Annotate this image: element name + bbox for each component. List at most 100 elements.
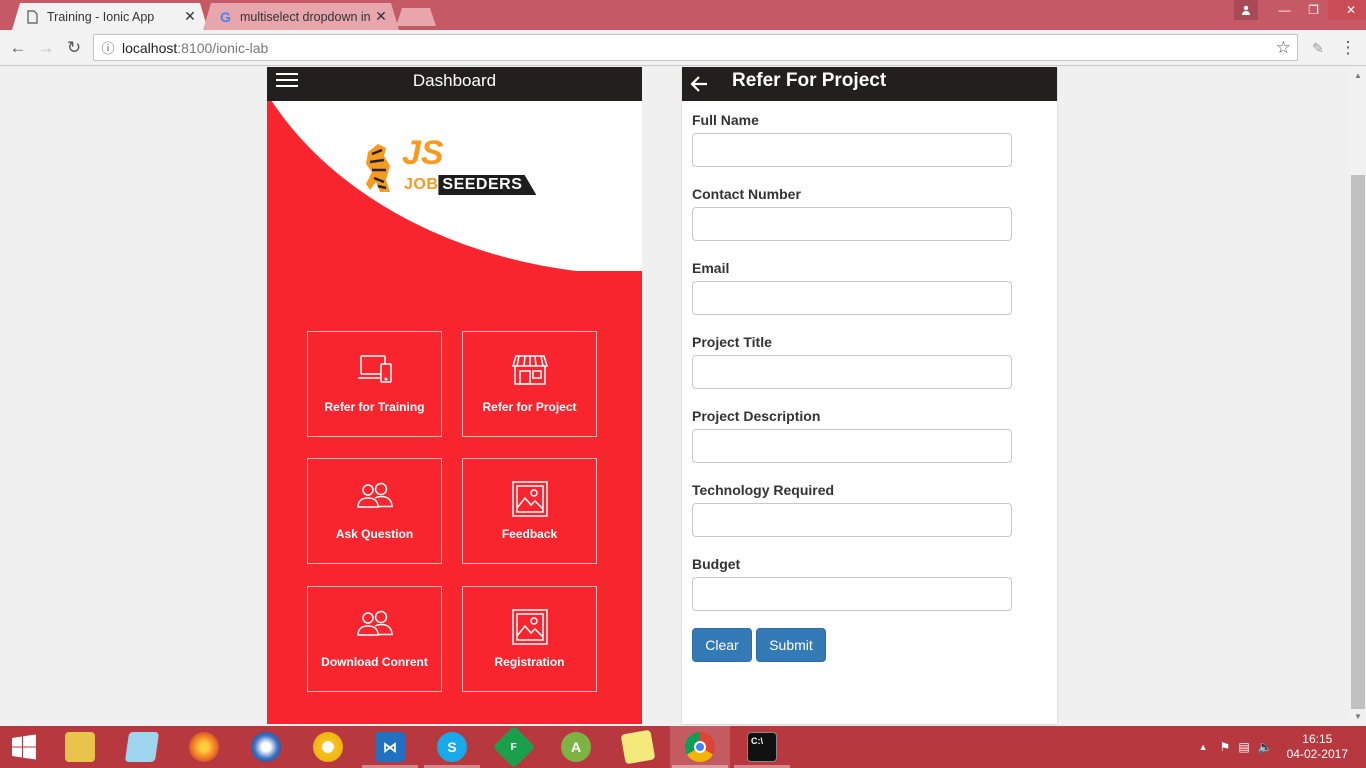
tab-close-icon[interactable]: ✕ — [371, 8, 391, 25]
image-icon — [511, 481, 548, 517]
field-label: Budget — [692, 556, 741, 572]
tile-label: Refer for Project — [482, 400, 577, 414]
contact-number-input[interactable] — [692, 207, 1012, 241]
people-icon — [356, 610, 393, 636]
new-tab-button[interactable] — [396, 8, 436, 26]
clock-time: 16:15 — [1302, 732, 1333, 746]
scroll-up-icon[interactable]: ▲ — [1354, 71, 1362, 80]
submit-button[interactable]: Submit — [756, 628, 826, 662]
tab-multiselect-dropdown[interactable]: G multiselect dropdown in ✕ — [203, 3, 399, 30]
network-icon[interactable]: ▤ — [1238, 740, 1249, 754]
field-label: Technology Required — [692, 482, 835, 498]
tile-registration[interactable]: Registration — [462, 586, 597, 692]
tab-title: Training - Ionic App — [47, 9, 155, 24]
browser-toolbar: ← → ↻ ⓘ localhost:8100/ionic-lab ☆ ✎ ⋮ — [0, 30, 1366, 66]
reload-icon[interactable]: ↻ — [62, 36, 86, 60]
tile-refer-for-training[interactable]: Refer for Training — [307, 331, 442, 437]
filezilla-icon[interactable]: F — [484, 725, 544, 768]
volume-icon[interactable]: 🔈 — [1258, 740, 1273, 754]
tile-label: Feedback — [501, 527, 558, 541]
dashboard-title: Dashboard — [412, 71, 497, 90]
browser-titlebar: Training - Ionic App ✕ G multiselect dro… — [0, 0, 1366, 30]
tile-download-conrent[interactable]: Download Conrent — [307, 586, 442, 692]
full-name-input[interactable] — [692, 133, 1012, 167]
notepad-icon[interactable] — [112, 726, 172, 768]
tile-ask-question[interactable]: Ask Question — [307, 458, 442, 564]
dashboard-app: Dashboard JS JOB SEEDERS Refer for Train… — [267, 67, 642, 724]
dashboard-header: Dashboard — [267, 67, 642, 101]
logo-j: JS — [402, 134, 444, 172]
email-input[interactable] — [692, 281, 1012, 315]
file-explorer-icon[interactable] — [50, 726, 110, 768]
page-content: Dashboard JS JOB SEEDERS Refer for Train… — [0, 67, 1350, 725]
flag-icon[interactable]: ⚑ — [1220, 740, 1231, 754]
logo-job-text: JOB — [404, 176, 439, 193]
sticky-notes-icon[interactable] — [608, 726, 668, 768]
tile-label: Download Conrent — [321, 655, 428, 669]
bookmark-star-icon[interactable]: ☆ — [1276, 38, 1291, 58]
scrollbar-thumb[interactable] — [1351, 175, 1365, 709]
chrome-menu-icon[interactable]: ⋮ — [1336, 36, 1360, 60]
forward-arrow-icon[interactable]: → — [34, 36, 58, 60]
info-icon[interactable]: ⓘ — [94, 38, 122, 57]
hero-banner: JS JOB SEEDERS — [267, 101, 642, 271]
restore-icon[interactable]: ❐ — [1299, 0, 1328, 20]
scroll-down-icon[interactable]: ▼ — [1354, 712, 1362, 721]
field-label: Email — [692, 260, 730, 276]
address-bar[interactable]: ⓘ localhost:8100/ionic-lab ☆ — [93, 34, 1298, 61]
visual-studio-icon[interactable]: ⋈ — [360, 726, 420, 768]
refer-project-title: Refer For Project — [732, 70, 887, 91]
clear-button[interactable]: Clear — [692, 628, 752, 662]
back-arrow-icon[interactable] — [689, 70, 713, 96]
cmd-icon[interactable]: C:\ — [732, 726, 792, 768]
windows-taskbar: ⋈ S F A C:\ ▲ ⚑ ▤ 🔈 16:15 04-02-2017 — [0, 725, 1366, 768]
google-icon: G — [220, 8, 231, 25]
windows-start-icon[interactable] — [0, 726, 48, 768]
chrome-canary-icon[interactable] — [298, 726, 358, 768]
logo-seeders-text: SEEDERS — [438, 175, 537, 195]
tile-refer-for-project[interactable]: Refer for Project — [462, 331, 597, 437]
window-controls: — ❐ ✕ — [1234, 0, 1366, 20]
page-scrollbar[interactable]: ▲ ▼ — [1350, 67, 1366, 725]
people-icon — [356, 482, 393, 508]
tile-feedback[interactable]: Feedback — [462, 458, 597, 564]
firefox-icon[interactable] — [174, 726, 234, 768]
tab-training-ionic-app[interactable]: Training - Ionic App ✕ — [12, 3, 208, 30]
system-tray: ▲ ⚑ ▤ 🔈 16:15 04-02-2017 — [1199, 726, 1366, 768]
tile-label: Refer for Training — [324, 400, 425, 414]
back-arrow-icon[interactable]: ← — [6, 36, 30, 60]
project-title-field: Project Title — [692, 334, 1012, 389]
jobseeders-logo: JS JOB SEEDERS — [362, 134, 552, 200]
field-label: Full Name — [692, 112, 759, 128]
chrome-icon[interactable] — [670, 726, 730, 768]
project-description-input[interactable] — [692, 429, 1012, 463]
android-studio-icon[interactable]: A — [546, 726, 606, 768]
skype-icon[interactable]: S — [422, 726, 482, 768]
technology-required-field: Technology Required — [692, 482, 1012, 537]
tab-close-icon[interactable]: ✕ — [180, 8, 200, 25]
clock[interactable]: 16:15 04-02-2017 — [1287, 732, 1348, 762]
tiger-icon — [366, 144, 390, 192]
contact-number-field: Contact Number — [692, 186, 1012, 241]
devices-icon — [357, 355, 392, 383]
tile-label: Registration — [494, 655, 565, 669]
clock-date: 04-02-2017 — [1286, 747, 1348, 761]
technology-required-input[interactable] — [692, 503, 1012, 537]
project-description-field: Project Description — [692, 408, 1012, 463]
project-title-input[interactable] — [692, 355, 1012, 389]
budget-field: Budget — [692, 556, 1012, 611]
extension-icon[interactable]: ✎ — [1306, 36, 1330, 60]
thunderbird-icon[interactable] — [236, 726, 296, 768]
url-host: localhost — [122, 39, 178, 56]
tab-title: multiselect dropdown in — [240, 9, 371, 24]
close-window-icon[interactable]: ✕ — [1328, 0, 1366, 20]
field-label: Project Description — [692, 408, 821, 424]
budget-input[interactable] — [692, 577, 1012, 611]
field-label: Contact Number — [692, 186, 801, 202]
url-path: :8100/ionic-lab — [177, 39, 269, 56]
image-icon — [511, 609, 548, 645]
show-hidden-icons-icon[interactable]: ▲ — [1199, 742, 1208, 752]
field-label: Project Title — [692, 334, 772, 350]
minimize-icon[interactable]: — — [1270, 0, 1299, 20]
user-profile-icon[interactable] — [1234, 0, 1258, 20]
